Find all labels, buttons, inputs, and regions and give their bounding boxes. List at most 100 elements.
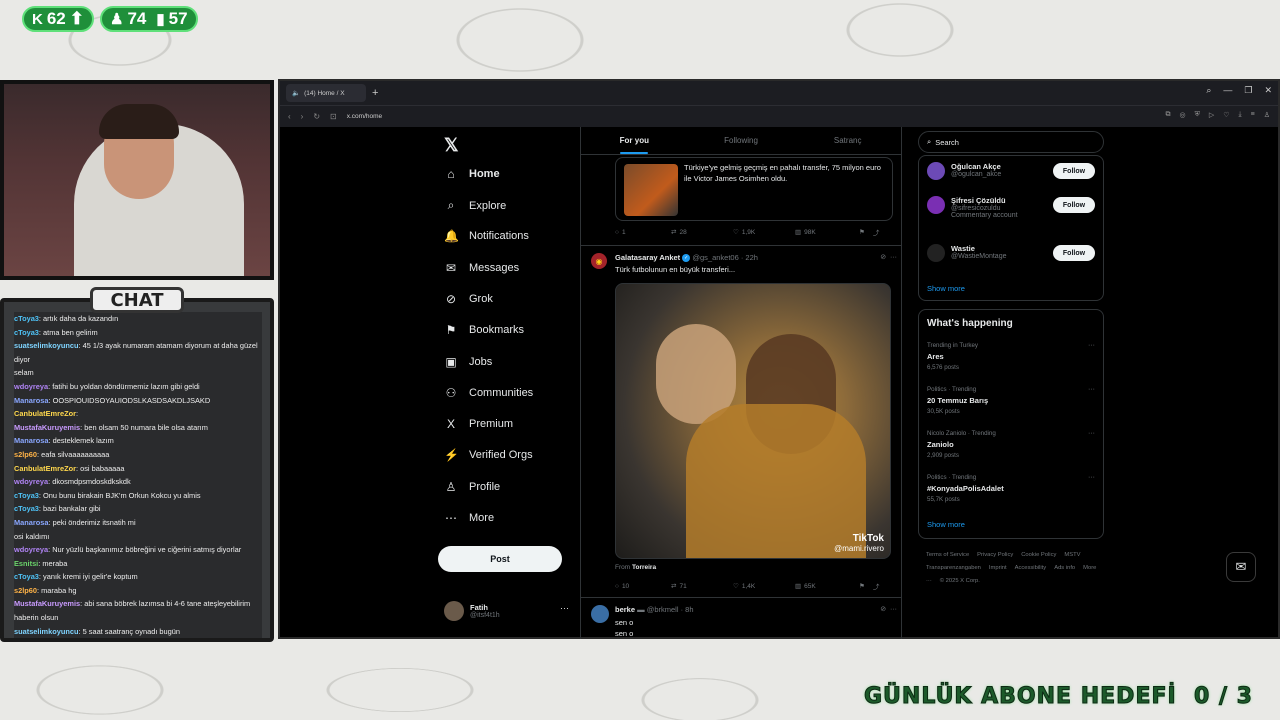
tweet-author[interactable]: Galatasaray Anket (615, 253, 680, 262)
show-more-link[interactable]: Show more (927, 284, 965, 293)
follow-suggestion[interactable]: Şifresi Çözüldü @sifresicozuldu Commentary… (927, 196, 1018, 219)
bookmark-button[interactable]: ⚑ (859, 581, 865, 591)
more-dots-icon[interactable]: ··· (1088, 430, 1095, 437)
reply-button[interactable]: ○ 10 (615, 581, 671, 591)
footer-link[interactable]: © 2025 X Corp. (940, 578, 980, 584)
trend-item[interactable]: Trending in Turkey Ares 6,576 posts ··· (927, 342, 1095, 371)
browser-tab[interactable]: 🔈 (14) Home / X (286, 84, 366, 102)
grok-icon[interactable]: ⊘ (880, 254, 886, 261)
forward-icon[interactable]: › (301, 112, 304, 121)
grok-icon[interactable]: ⊘ (880, 606, 886, 613)
nav-item-messages[interactable]: ✉ Messages (444, 261, 519, 275)
x-icon: X (446, 417, 455, 431)
minimize-button[interactable]: — (1223, 85, 1232, 96)
repost-button[interactable]: ⇄ 28 (671, 227, 733, 237)
account-handle: @itsf4t1h (470, 612, 500, 619)
footer-link[interactable]: Terms of Service (926, 552, 969, 558)
chess-icon: ♟ (110, 11, 124, 28)
url-field[interactable]: x.com/home (347, 113, 382, 120)
more-dots-icon[interactable]: ··· (560, 603, 569, 613)
shield-icon[interactable]: ⛨ (1195, 111, 1200, 119)
nav-item-explore[interactable]: ⌕ Explore (444, 198, 507, 213)
nav-item-bookmarks[interactable]: ⚑ Bookmarks (444, 323, 524, 337)
follow-button[interactable]: Follow (1053, 163, 1095, 179)
trend-item[interactable]: Nicolo Zaniolo · Trending Zaniolo 2,909 po… (927, 430, 1095, 459)
views-button[interactable]: ▥ 98K (795, 227, 859, 237)
from-user[interactable]: Torreira (632, 564, 656, 571)
trend-meta: Politics · Trending (927, 386, 977, 393)
menu-icon[interactable]: ≡ (1251, 111, 1255, 119)
reload-icon[interactable]: ↻ (313, 112, 320, 121)
like-button[interactable]: ♡ 1,9K (733, 227, 795, 237)
nav-item-jobs[interactable]: ▣ Jobs (444, 355, 492, 369)
quoted-tweet[interactable]: Türkiye'ye gelmiş geçmiş en pahalı trans… (615, 157, 893, 221)
chat-message: wdoyreya: fatihi bu yoldan döndürmemiz l… (14, 379, 262, 394)
footer-link[interactable]: Cookie Policy (1021, 552, 1056, 558)
follow-button[interactable]: Follow (1053, 197, 1095, 213)
nav-item-profile[interactable]: ♙ Profile (444, 480, 501, 494)
reply-button[interactable]: ○ 1 (615, 227, 671, 237)
camera-icon[interactable]: ◎ (1179, 111, 1185, 119)
nav-item-grok[interactable]: ⊘ Grok (444, 292, 493, 306)
follow-handle: @ogulcan_akce (951, 171, 1002, 178)
close-button[interactable]: ✕ (1264, 85, 1272, 96)
tweet-author[interactable]: berke (615, 605, 635, 614)
search-input[interactable]: ⌕ Search (918, 131, 1104, 153)
nav-item-label: Bookmarks (469, 324, 525, 336)
heart-icon[interactable]: ♡ (1223, 111, 1229, 119)
nav-item-verified-orgs[interactable]: ⚡ Verified Orgs (444, 448, 533, 462)
bookmark-button[interactable]: ⚑ (859, 227, 865, 237)
trend-item[interactable]: Politics · Trending 20 Temmuz Barış 30,5K … (927, 386, 1095, 415)
footer-link[interactable]: Imprint (989, 565, 1007, 571)
share-button[interactable]: ⤴ (873, 581, 880, 591)
chat-username: cToya3 (14, 572, 39, 582)
views-button[interactable]: ▥ 65K (795, 581, 859, 591)
nav-item-home[interactable]: ⌂ Home (444, 167, 499, 181)
x-logo-icon[interactable]: 𝕏 (444, 135, 459, 156)
nav-item-notifications[interactable]: 🔔 Notifications (444, 229, 529, 243)
more-dots-icon[interactable]: ··· (890, 254, 897, 261)
chat-separator: : (76, 409, 79, 419)
new-tab-button[interactable]: + (372, 87, 378, 99)
like-button[interactable]: ♡ 1,4K (733, 581, 795, 591)
tab-following[interactable]: Following (688, 127, 795, 154)
follow-suggestion[interactable]: Wastie @WastieMontage (927, 244, 1006, 262)
download-icon[interactable]: ⤓ (1239, 111, 1242, 119)
share-button[interactable]: ⤴ (873, 227, 880, 237)
footer-link[interactable]: Ads info (1054, 565, 1075, 571)
more-dots-icon[interactable]: ··· (1088, 342, 1095, 349)
nav-item-premium[interactable]: X Premium (444, 417, 513, 431)
more-dots-icon[interactable]: ··· (890, 606, 897, 613)
tab-title: (14) Home / X (304, 89, 345, 97)
tab-bar: 🔈 (14) Home / X + ⌕ — ❐ ✕ (280, 81, 1278, 105)
repost-icon: ⇄ (671, 583, 677, 590)
play-icon[interactable]: ▷ (1209, 111, 1214, 119)
profile-icon[interactable]: ♙ (1264, 111, 1270, 119)
messages-fab[interactable]: ✉ (1226, 552, 1256, 582)
maximize-button[interactable]: ❐ (1244, 85, 1252, 96)
more-dots-icon[interactable]: ··· (1088, 386, 1095, 393)
follow-suggestion[interactable]: Oğulcan Akçe @ogulcan_akce (927, 162, 1001, 180)
account-switcher[interactable]: Fatih @itsf4t1h (444, 601, 500, 621)
views-icon: ▥ (795, 229, 802, 236)
tweet-video[interactable]: TikTok @mami.rivero (615, 283, 891, 559)
tab-for-you[interactable]: For you (581, 127, 688, 154)
tab-satranc[interactable]: Satranç (794, 127, 901, 154)
tweet-line: sen o (615, 618, 634, 627)
search-icon[interactable]: ⌕ (1206, 85, 1211, 96)
footer-link[interactable]: Privacy Policy (977, 552, 1013, 558)
nav-item-communities[interactable]: ⚇ Communities (444, 386, 534, 400)
tweet-menu[interactable]: ⊘ ··· (880, 605, 897, 613)
follow-button[interactable]: Follow (1053, 245, 1095, 261)
chat-text: fatihi bu yoldan döndürmemiz lazım gibi … (52, 381, 200, 391)
nav-item-more[interactable]: ⋯ More (444, 511, 494, 525)
footer-link[interactable]: Accessibility (1015, 565, 1047, 571)
trend-item[interactable]: Politics · Trending #KonyadaPolisAdalet 55… (927, 474, 1095, 503)
post-button[interactable]: Post (438, 546, 562, 572)
tweet-menu[interactable]: ⊘ ··· (880, 253, 897, 261)
more-dots-icon[interactable]: ··· (1088, 474, 1095, 481)
extension-icon[interactable]: ⧉ (1165, 111, 1170, 119)
repost-button[interactable]: ⇄ 71 (671, 581, 733, 591)
show-more-link[interactable]: Show more (927, 520, 965, 529)
back-icon[interactable]: ‹ (288, 112, 291, 121)
